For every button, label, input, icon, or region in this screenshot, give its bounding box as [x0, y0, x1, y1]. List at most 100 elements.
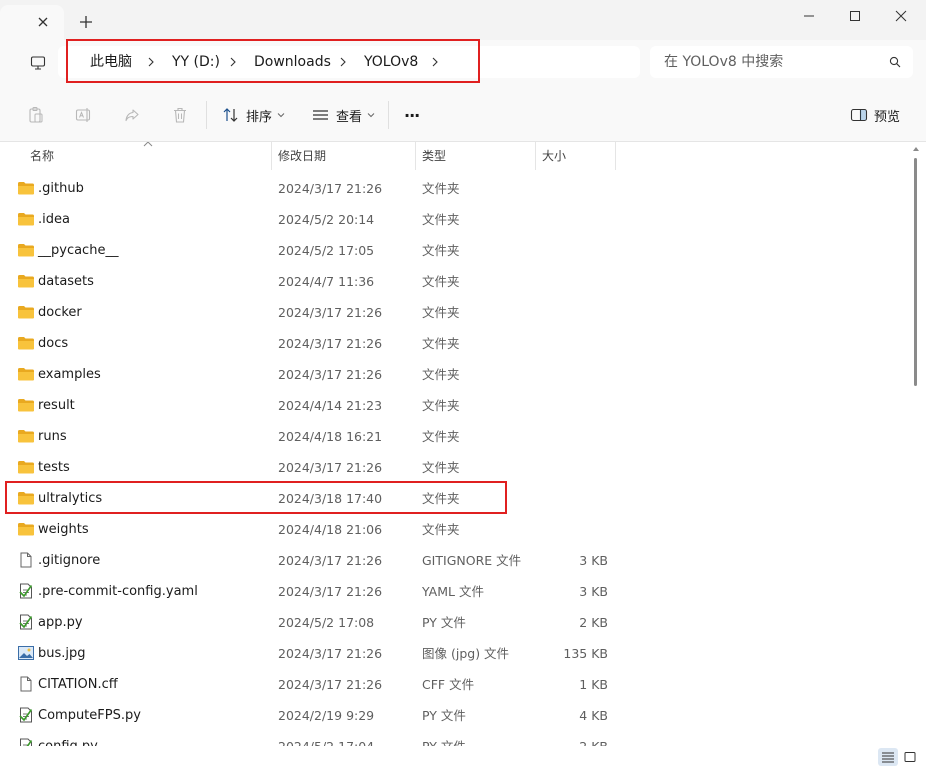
- file-modified: 2024/3/17 21:26: [278, 646, 383, 661]
- column-header-name[interactable]: 名称: [30, 142, 54, 170]
- file-modified: 2024/2/19 9:29: [278, 708, 375, 723]
- more-options-button[interactable]: ···: [404, 101, 420, 129]
- file-name: runs: [38, 429, 67, 444]
- file-row[interactable]: docker 2024/3/17 21:26 文件夹: [6, 297, 906, 328]
- file-row[interactable]: .github 2024/3/17 21:26 文件夹: [6, 173, 906, 204]
- folder-icon: [17, 273, 35, 289]
- close-window-button[interactable]: [878, 0, 924, 32]
- maximize-button[interactable]: [832, 0, 878, 32]
- close-tab-icon[interactable]: [34, 13, 52, 31]
- file-modified: 2024/5/2 20:14: [278, 212, 375, 227]
- monitor-icon: [30, 56, 46, 70]
- file-name: result: [38, 398, 75, 413]
- file-type: 文件夹: [422, 367, 460, 382]
- view-button[interactable]: 查看: [312, 101, 381, 129]
- file-row[interactable]: weights 2024/4/18 21:06 文件夹: [6, 514, 906, 545]
- file-type: 文件夹: [422, 181, 460, 196]
- tiles-view-button[interactable]: [900, 748, 920, 766]
- file-type: 图像 (jpg) 文件: [422, 646, 510, 661]
- file-modified: 2024/4/14 21:23: [278, 398, 383, 413]
- file-size: 4 KB: [579, 708, 608, 723]
- file-name: ComputeFPS.py: [38, 708, 141, 723]
- folder-icon: [17, 335, 35, 351]
- search-box[interactable]: 在 YOLOv8 中搜索: [650, 46, 913, 78]
- file-row[interactable]: bus.jpg 2024/3/17 21:26 图像 (jpg) 文件 135 KB: [6, 638, 906, 669]
- file-row[interactable]: .pre-commit-config.yaml 2024/3/17 21:26 YA…: [6, 576, 906, 607]
- delete-icon[interactable]: [170, 105, 190, 125]
- file-type: 文件夹: [422, 429, 460, 444]
- preview-button[interactable]: 预览: [850, 101, 900, 129]
- file-name: .gitignore: [38, 553, 101, 568]
- file-row[interactable]: datasets 2024/4/7 11:36 文件夹: [6, 266, 906, 297]
- script-file-icon: [17, 707, 35, 723]
- file-list: 名称 修改日期 类型 大小 .github 2024/3/17 21:26 文件夹.…: [0, 142, 926, 768]
- rename-icon[interactable]: [74, 105, 94, 125]
- toolbar-divider: [206, 101, 207, 129]
- column-header-size[interactable]: 大小: [542, 142, 566, 170]
- search-placeholder[interactable]: 在 YOLOv8 中搜索: [664, 46, 783, 78]
- file-name: app.py: [38, 615, 83, 630]
- folder-icon: [17, 366, 35, 382]
- file-row[interactable]: .idea 2024/5/2 20:14 文件夹: [6, 204, 906, 235]
- file-modified: 2024/3/17 21:26: [278, 677, 383, 692]
- sort-button[interactable]: 排序: [222, 101, 291, 129]
- file-row[interactable]: app.py 2024/5/2 17:08 PY 文件 2 KB: [6, 607, 906, 638]
- file-size: 1 KB: [579, 677, 608, 692]
- image-file-icon: [17, 645, 35, 661]
- details-view-button[interactable]: [878, 748, 898, 766]
- sort-ascending-icon: [143, 142, 153, 147]
- column-divider[interactable]: [271, 142, 272, 170]
- file-row[interactable]: result 2024/4/14 21:23 文件夹: [6, 390, 906, 421]
- vertical-scrollbar[interactable]: [914, 158, 917, 386]
- file-name: tests: [38, 460, 70, 475]
- column-header-type[interactable]: 类型: [422, 142, 446, 170]
- scroll-up-icon[interactable]: [912, 146, 920, 152]
- view-label: 查看: [336, 109, 363, 125]
- file-modified: 2024/4/7 11:36: [278, 274, 375, 289]
- folder-icon: [17, 397, 35, 413]
- title-bar: [0, 0, 926, 40]
- file-type: 文件夹: [422, 243, 460, 258]
- column-divider[interactable]: [415, 142, 416, 170]
- search-icon[interactable]: [889, 56, 901, 68]
- blank-file-icon: [17, 552, 35, 568]
- folder-icon: [17, 304, 35, 320]
- file-type: PY 文件: [422, 708, 466, 723]
- file-row[interactable]: docs 2024/3/17 21:26 文件夹: [6, 328, 906, 359]
- file-size: 3 KB: [579, 584, 608, 599]
- toolbar-divider: [388, 101, 389, 129]
- column-divider[interactable]: [615, 142, 616, 170]
- file-row[interactable]: ComputeFPS.py 2024/2/19 9:29 PY 文件 4 KB: [6, 700, 906, 731]
- file-name: datasets: [38, 274, 94, 289]
- file-name: .idea: [38, 212, 70, 227]
- column-divider[interactable]: [535, 142, 536, 170]
- file-modified: 2024/3/17 21:26: [278, 367, 383, 382]
- column-header-row: 名称 修改日期 类型 大小: [0, 142, 916, 170]
- paste-icon[interactable]: [26, 105, 46, 125]
- file-row[interactable]: tests 2024/3/17 21:26 文件夹: [6, 452, 906, 483]
- file-row[interactable]: runs 2024/4/18 16:21 文件夹: [6, 421, 906, 452]
- file-name: .pre-commit-config.yaml: [38, 584, 198, 599]
- folder-icon: [17, 428, 35, 444]
- chevron-down-icon: [277, 113, 285, 118]
- file-size: 3 KB: [579, 553, 608, 568]
- script-file-icon: [17, 614, 35, 630]
- file-name: weights: [38, 522, 89, 537]
- file-name: examples: [38, 367, 101, 382]
- file-row[interactable]: examples 2024/3/17 21:26 文件夹: [6, 359, 906, 390]
- minimize-button[interactable]: [786, 0, 832, 32]
- file-type: 文件夹: [422, 274, 460, 289]
- active-tab[interactable]: [0, 5, 64, 40]
- script-file-icon: [17, 583, 35, 599]
- new-tab-icon[interactable]: [76, 12, 96, 32]
- minimize-icon: [804, 15, 814, 17]
- file-row[interactable]: CITATION.cff 2024/3/17 21:26 CFF 文件 1 KB: [6, 669, 906, 700]
- column-header-modified[interactable]: 修改日期: [278, 142, 326, 170]
- file-row[interactable]: .gitignore 2024/3/17 21:26 GITIGNORE 文件 3 K…: [6, 545, 906, 576]
- file-modified: 2024/5/2 17:05: [278, 243, 375, 258]
- file-row[interactable]: __pycache__ 2024/5/2 17:05 文件夹: [6, 235, 906, 266]
- this-pc-button[interactable]: [22, 50, 54, 76]
- share-icon[interactable]: [122, 105, 142, 125]
- details-view-icon: [882, 752, 894, 763]
- maximize-icon: [850, 11, 860, 21]
